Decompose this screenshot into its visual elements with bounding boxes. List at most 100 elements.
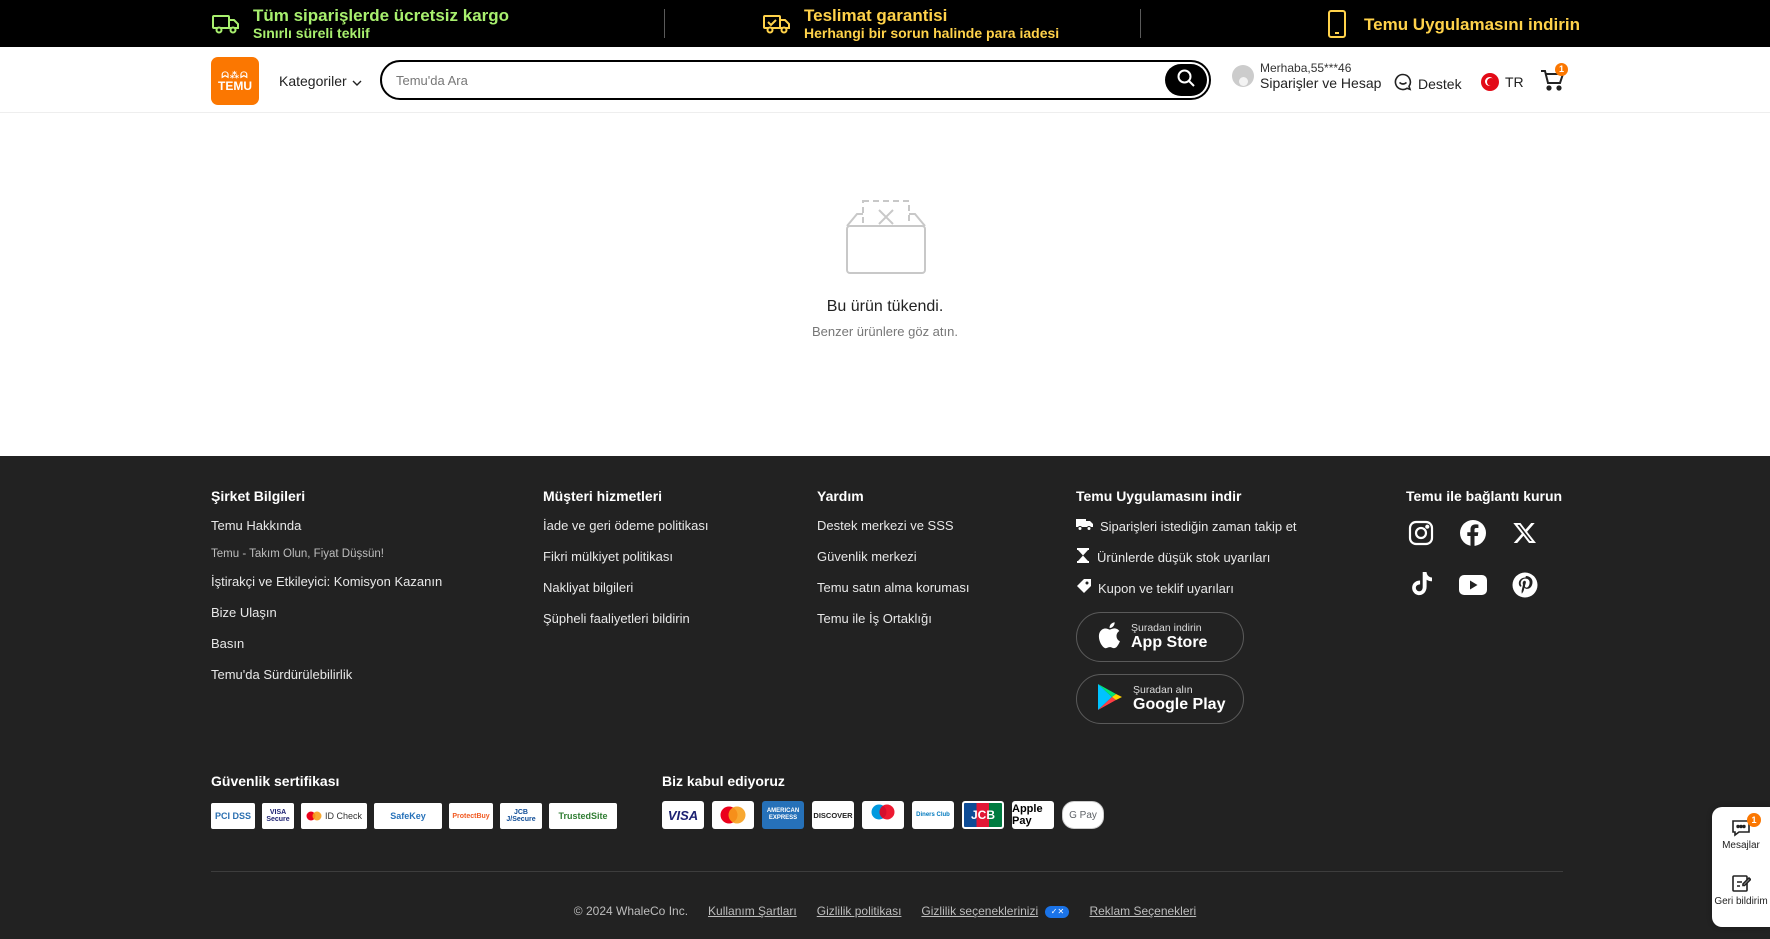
footer-link[interactable]: İade ve geri ödeme politikası bbox=[543, 518, 708, 534]
footer: Şirket Bilgileri Temu Hakkında Temu - Ta… bbox=[0, 456, 1770, 939]
promo-title: Teslimat garantisi bbox=[804, 6, 948, 25]
promo-title: Tüm siparişlerde ücretsiz kargo bbox=[253, 6, 510, 25]
legal-links: © 2024 WhaleCo Inc. Kullanım Şartları Gi… bbox=[0, 904, 1770, 918]
footer-link[interactable]: Nakliyat bilgileri bbox=[543, 580, 708, 596]
search-bar bbox=[380, 60, 1211, 100]
search-button[interactable] bbox=[1165, 64, 1207, 96]
column-title: Temu Uygulamasını indir bbox=[1076, 488, 1242, 504]
support-link[interactable]: Destek bbox=[1394, 73, 1462, 94]
instagram-icon[interactable] bbox=[1406, 518, 1436, 548]
categories-menu[interactable]: Kategoriler bbox=[279, 73, 362, 89]
trustedsite-badge: TrustedSite bbox=[549, 803, 617, 829]
privacy-choices-label: Gizlilik seçeneklerinizi bbox=[921, 904, 1039, 918]
x-icon[interactable] bbox=[1510, 518, 1540, 548]
app-store-button[interactable]: Şuradan indirin App Store bbox=[1076, 612, 1244, 662]
footer-link[interactable]: Temu ile İş Ortaklığı bbox=[817, 611, 969, 627]
language-selector[interactable]: TR bbox=[1481, 73, 1524, 91]
ad-choices-link[interactable]: Reklam Seçenekleri bbox=[1089, 904, 1196, 918]
privacy-toggle-icon: ✓✕ bbox=[1045, 905, 1070, 918]
help-column: Yardım Destek merkezi ve SSS Güvenlik me… bbox=[817, 488, 969, 642]
delivery-guarantee-promo[interactable]: Teslimat garantisi Herhangi bir sorun ha… bbox=[762, 6, 1059, 41]
language-label: TR bbox=[1505, 74, 1524, 90]
footer-link[interactable]: Temu Hakkında bbox=[211, 518, 442, 534]
messages-label: Mesajlar bbox=[1722, 840, 1760, 851]
maestro-label: maestro bbox=[873, 820, 893, 826]
cart-button[interactable]: 1 bbox=[1540, 63, 1568, 95]
account-menu[interactable]: Merhaba,55***46 Siparişler ve Hesap bbox=[1232, 61, 1381, 91]
jcb-secure-badge: JCB J/Secure bbox=[500, 803, 542, 829]
logo-text: TEMU bbox=[218, 78, 252, 93]
facebook-icon[interactable] bbox=[1458, 518, 1488, 548]
column-title: Müşteri hizmetleri bbox=[543, 488, 663, 504]
store-name: App Store bbox=[1131, 634, 1208, 651]
pci-dss-badge: PCI DSS bbox=[211, 803, 255, 829]
messages-button[interactable]: Mesajlar 1 bbox=[1712, 813, 1770, 851]
store-name: Google Play bbox=[1133, 696, 1226, 713]
footer-link[interactable]: Bize Ulaşın bbox=[211, 605, 442, 621]
store-caption: Şuradan indirin bbox=[1131, 622, 1202, 634]
feedback-label: Geri bildirim bbox=[1714, 896, 1768, 907]
footer-link[interactable]: İştirakçi ve Etkileyici: Komisyon Kazanı… bbox=[211, 574, 442, 590]
footer-link[interactable]: Basın bbox=[211, 636, 442, 652]
account-label: Siparişler ve Hesap bbox=[1260, 75, 1382, 91]
footer-link[interactable]: Şüpheli faaliyetleri bildirin bbox=[543, 611, 708, 627]
google-play-button[interactable]: Şuradan alın Google Play bbox=[1076, 674, 1244, 724]
visa-secure-badge: VISA Secure bbox=[262, 803, 294, 829]
footer-link[interactable]: Temu satın alma koruması bbox=[817, 580, 969, 596]
turkey-flag-icon bbox=[1481, 73, 1499, 91]
footer-link[interactable]: Destek merkezi ve SSS bbox=[817, 518, 969, 534]
pinterest-icon[interactable] bbox=[1510, 570, 1540, 600]
messages-count-badge: 1 bbox=[1747, 813, 1761, 827]
discover-icon: DISCOVER bbox=[812, 801, 854, 829]
cart-icon bbox=[1540, 70, 1565, 95]
avatar bbox=[1232, 65, 1254, 87]
diners-club-icon: Diners Club bbox=[912, 801, 954, 829]
youtube-icon[interactable] bbox=[1458, 570, 1488, 600]
app-feature-label: Siparişleri istediğin zaman takip et bbox=[1100, 518, 1297, 534]
app-feature: Siparişleri istediğin zaman takip et bbox=[1076, 518, 1297, 534]
search-input[interactable] bbox=[396, 70, 1096, 90]
tiktok-icon[interactable] bbox=[1406, 570, 1436, 600]
column-title: Şirket Bilgileri bbox=[211, 488, 306, 504]
free-shipping-promo[interactable]: Tüm siparişlerde ücretsiz kargo Sınırlı … bbox=[211, 6, 509, 41]
customer-service-column: Müşteri hizmetleri İade ve geri ödeme po… bbox=[543, 488, 708, 642]
delivery-truck-icon bbox=[211, 9, 241, 39]
phone-icon bbox=[1322, 9, 1352, 39]
app-download-column: Temu Uygulamasını indir Siparişleri iste… bbox=[1076, 488, 1297, 736]
footer-link[interactable]: Temu'da Sürdürülebilirlik bbox=[211, 667, 442, 683]
chat-bubble-icon bbox=[1731, 820, 1751, 840]
maestro-icon: maestro bbox=[862, 801, 904, 829]
coupon-tag-icon bbox=[1076, 579, 1091, 597]
download-app-promo[interactable]: Temu Uygulamasını indirin bbox=[1322, 9, 1580, 39]
promo-subtitle: Sınırlı süreli teklif bbox=[253, 25, 370, 41]
amex-safekey-badge: SafeKey bbox=[374, 803, 442, 829]
app-feature-label: Kupon ve teklif uyarıları bbox=[1098, 580, 1234, 596]
footer-link[interactable]: Fikri mülkiyet politikası bbox=[543, 549, 708, 565]
app-feature-label: Ürünlerde düşük stok uyarıları bbox=[1097, 549, 1271, 565]
mastercard-icon bbox=[712, 801, 754, 829]
footer-link[interactable]: Güvenlik merkezi bbox=[817, 549, 969, 565]
cert-label: ID Check bbox=[324, 811, 362, 821]
footer-link[interactable]: Temu - Takım Olun, Fiyat Düşsün! bbox=[211, 546, 442, 562]
column-title: Yardım bbox=[817, 488, 864, 504]
column-title: Temu ile bağlantı kurun bbox=[1406, 488, 1563, 504]
feedback-button[interactable]: Geri bildirim bbox=[1712, 873, 1770, 907]
payments-title: Biz kabul ediyoruz bbox=[662, 773, 785, 789]
privacy-choices-link[interactable]: Gizlilik seçeneklerinizi ✓✕ bbox=[921, 904, 1070, 918]
search-icon bbox=[1177, 69, 1195, 92]
security-cert-title: Güvenlik sertifikası bbox=[211, 773, 340, 789]
truck-check-icon bbox=[762, 9, 792, 39]
footer-divider bbox=[211, 871, 1563, 872]
temu-logo[interactable]: ᗣ⁂ᗣ TEMU bbox=[211, 57, 259, 105]
google-play-icon bbox=[1097, 683, 1123, 716]
payment-methods: VISA AMERICAN EXPRESS DISCOVER maestro D… bbox=[662, 801, 1104, 829]
social-column: Temu ile bağlantı kurun bbox=[1406, 488, 1562, 600]
google-pay-icon: G Pay bbox=[1062, 801, 1104, 829]
amex-icon: AMERICAN EXPRESS bbox=[762, 801, 804, 829]
divider bbox=[1140, 9, 1141, 38]
visa-card-icon: VISA bbox=[662, 801, 704, 829]
privacy-policy-link[interactable]: Gizlilik politikası bbox=[817, 904, 902, 918]
terms-link[interactable]: Kullanım Şartları bbox=[708, 904, 797, 918]
divider bbox=[664, 9, 665, 38]
store-caption: Şuradan alın bbox=[1133, 684, 1193, 696]
